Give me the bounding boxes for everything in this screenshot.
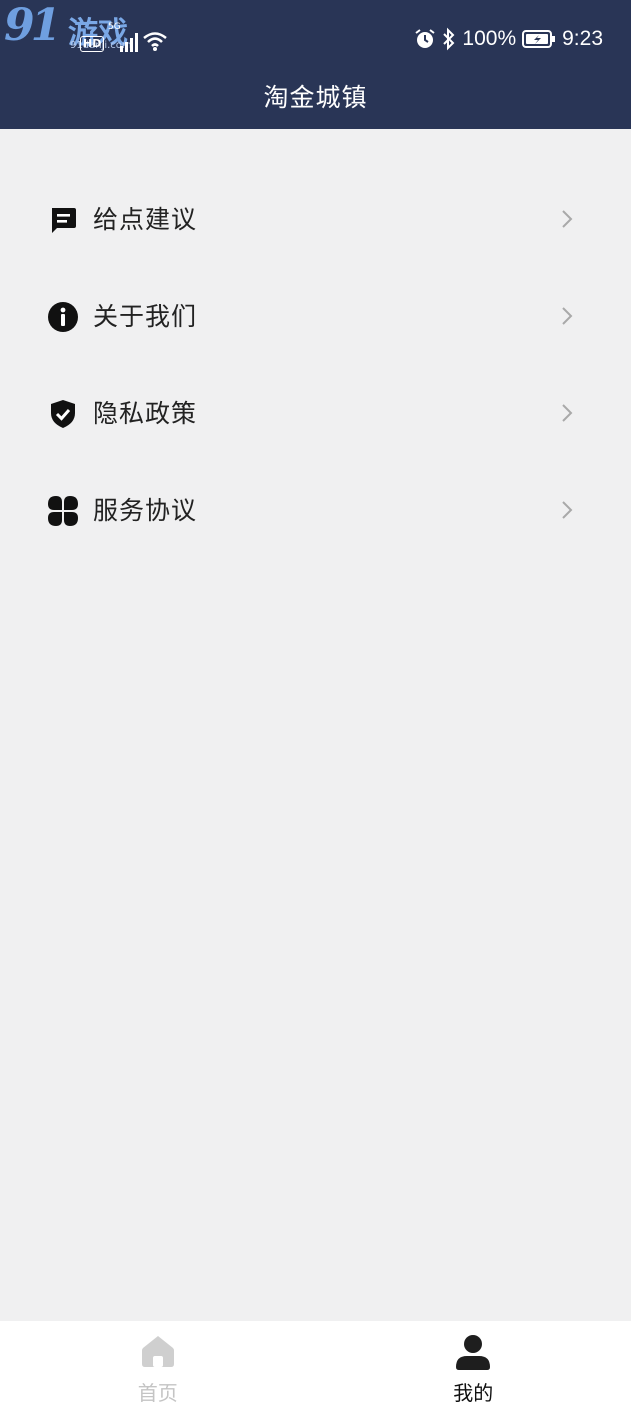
menu-item-label: 隐私政策 <box>93 399 198 428</box>
settings-menu: 给点建议 关于我们 隐私政策 服务协议 <box>0 170 631 558</box>
bottom-tab-bar: 首页 我的 <box>0 1321 631 1413</box>
tab-mine[interactable]: 我的 <box>316 1321 631 1413</box>
clover-icon <box>48 496 78 526</box>
menu-item-label: 关于我们 <box>93 302 198 331</box>
battery-charging-icon <box>522 30 556 48</box>
menu-item-about-us[interactable]: 关于我们 <box>0 267 631 364</box>
watermark-number: 91 <box>4 0 61 51</box>
chevron-right-icon <box>562 210 573 228</box>
status-right: 100% 9:23 <box>414 26 603 52</box>
tab-label: 首页 <box>137 1381 178 1405</box>
clock-time: 9:23 <box>562 27 603 50</box>
tab-label: 我的 <box>453 1381 494 1405</box>
alarm-icon <box>415 29 436 48</box>
page-title: 淘金城镇 <box>263 83 368 112</box>
tab-home[interactable]: 首页 <box>0 1321 316 1413</box>
status-bar: 91 游戏 91danji.com HD 5G 100% 9:23 <box>0 0 631 78</box>
menu-item-label: 给点建议 <box>93 205 198 234</box>
cellular-signal-icon <box>120 32 139 52</box>
signal-indicators: HD 5G <box>80 22 168 52</box>
chevron-right-icon <box>562 404 573 422</box>
menu-item-feedback[interactable]: 给点建议 <box>0 170 631 267</box>
feedback-icon <box>52 208 76 233</box>
wifi-icon <box>143 32 168 51</box>
menu-item-label: 服务协议 <box>93 496 198 525</box>
menu-item-service-agreement[interactable]: 服务协议 <box>0 461 631 558</box>
app-header: 91 游戏 91danji.com HD 5G 100% 9:23 淘金城镇 <box>0 0 631 129</box>
shield-check-icon <box>51 400 75 428</box>
hd-badge: HD <box>80 36 105 52</box>
network-type: 5G <box>108 22 121 32</box>
home-icon <box>141 1336 174 1367</box>
bluetooth-icon <box>443 27 455 51</box>
chevron-right-icon <box>562 501 573 519</box>
chevron-right-icon <box>562 307 573 325</box>
info-icon <box>48 302 78 332</box>
menu-item-privacy-policy[interactable]: 隐私政策 <box>0 364 631 461</box>
user-icon <box>456 1335 491 1370</box>
battery-percent: 100% <box>462 27 517 50</box>
